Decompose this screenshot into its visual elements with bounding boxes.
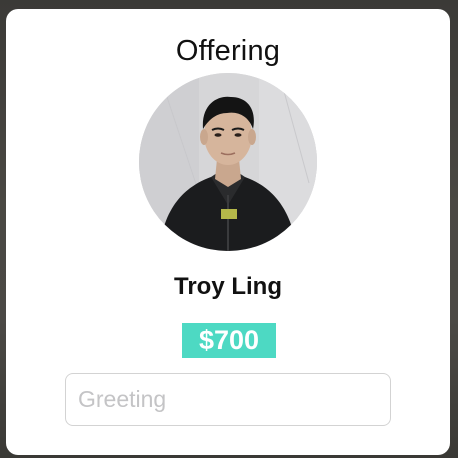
profile-name: Troy Ling (174, 273, 282, 300)
greeting-input[interactable] (65, 373, 391, 426)
price-badge: $700 (182, 323, 276, 358)
dialog-title: Offering (175, 35, 281, 67)
profile-photo (139, 73, 317, 251)
offering-dialog: Offering Troy Ling $700 Greeting (6, 9, 450, 455)
profile-avatar[interactable] (139, 73, 317, 251)
